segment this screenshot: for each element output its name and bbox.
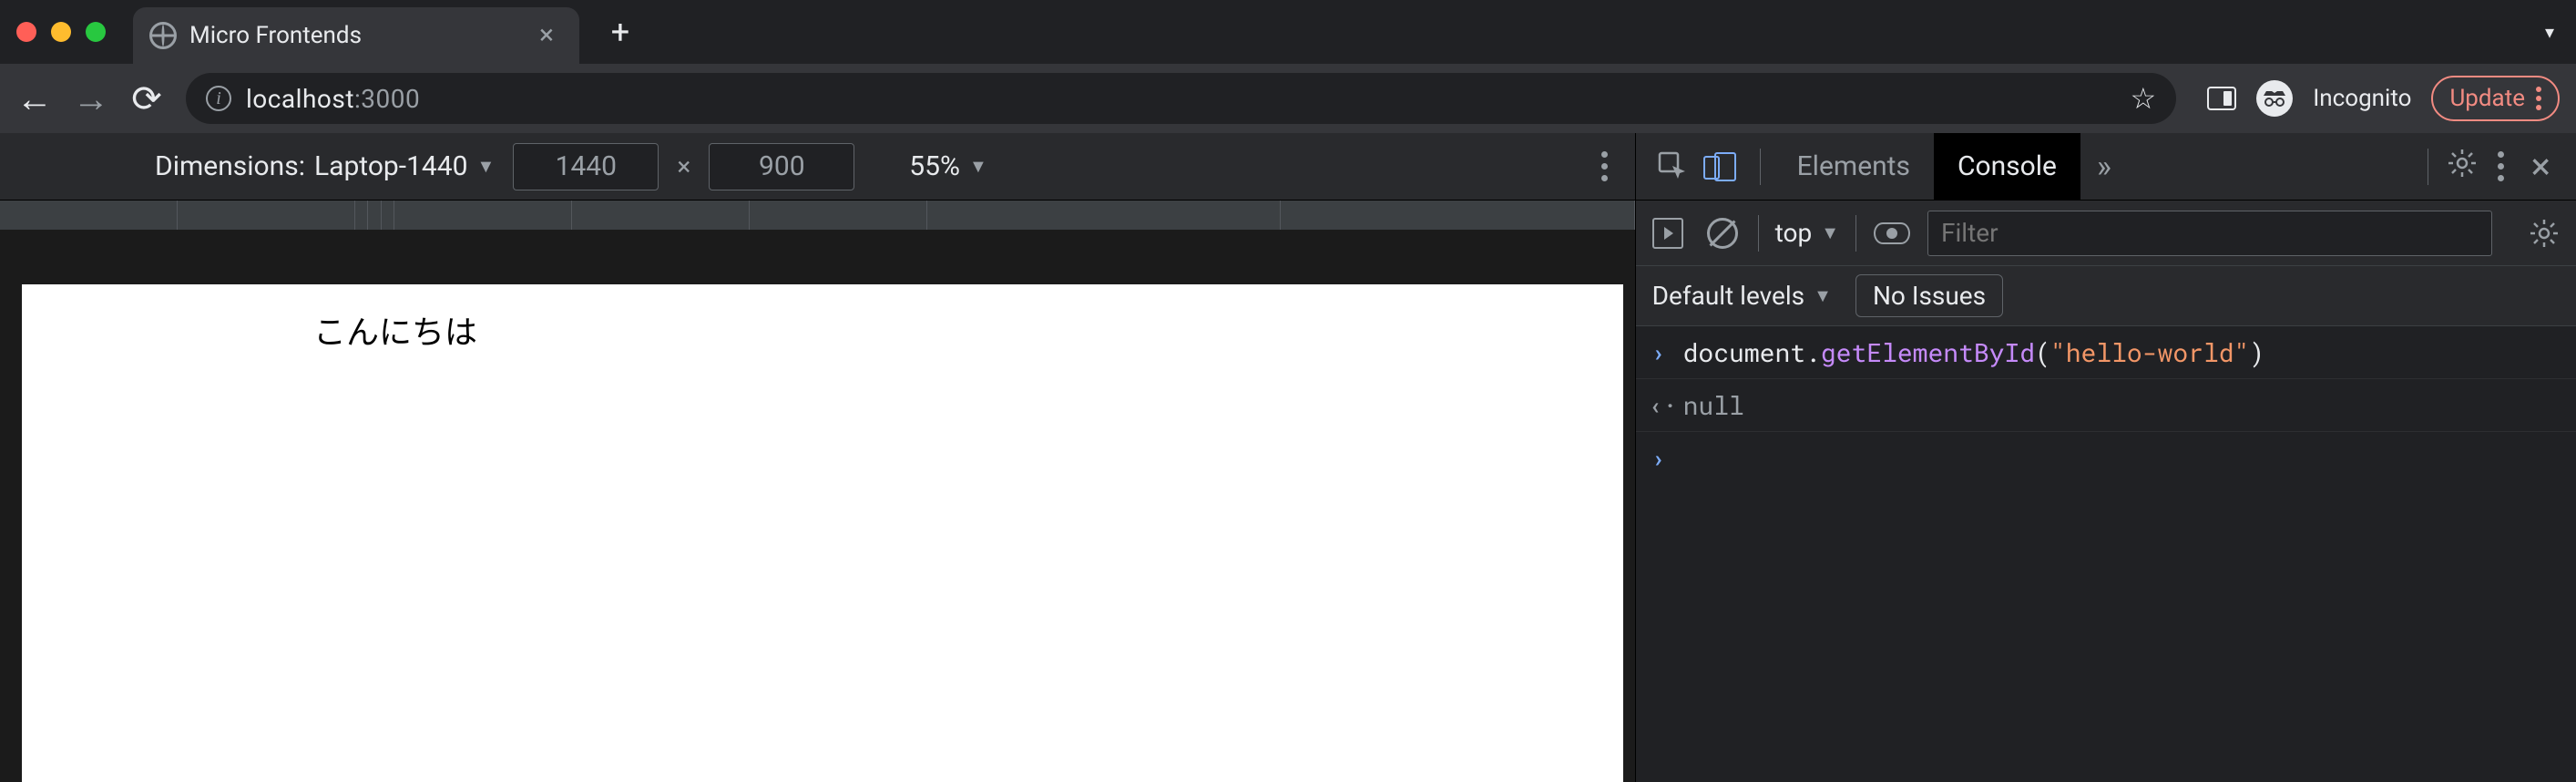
nav-forward-button[interactable]: → bbox=[73, 77, 107, 120]
tab-close-button[interactable]: × bbox=[534, 22, 559, 49]
incognito-label: Incognito bbox=[2313, 85, 2411, 112]
update-label: Update bbox=[2449, 85, 2525, 112]
chevron-down-icon: ▼ bbox=[477, 155, 496, 178]
globe-icon bbox=[149, 22, 177, 49]
device-height-input[interactable] bbox=[709, 143, 854, 190]
bookmark-star-icon[interactable]: ☆ bbox=[2131, 81, 2157, 116]
execution-context-dropdown[interactable]: top ▼ bbox=[1775, 218, 1839, 248]
console-sidebar-toggle-icon[interactable] bbox=[1649, 214, 1687, 252]
nav-reload-button[interactable]: ⟳ bbox=[129, 77, 164, 120]
return-chevron-icon: ‹· bbox=[1649, 388, 1669, 421]
chevron-down-icon[interactable]: ▾ bbox=[2545, 21, 2554, 43]
console-toolbar: top ▼ bbox=[1636, 201, 2576, 266]
issues-button[interactable]: No Issues bbox=[1855, 274, 2003, 317]
address-bar[interactable]: i localhost:3000 ☆ bbox=[186, 73, 2176, 124]
browser-menu-icon[interactable] bbox=[2536, 87, 2541, 110]
browser-titlebar: Micro Frontends × + ▾ bbox=[0, 0, 2576, 64]
tab-elements[interactable]: Elements bbox=[1774, 133, 1934, 200]
device-viewport: こんにちは bbox=[0, 230, 1635, 782]
device-width-input[interactable] bbox=[513, 143, 659, 190]
log-levels-dropdown[interactable]: Default levels ▼ bbox=[1652, 281, 1832, 311]
nav-back-button[interactable]: ← bbox=[16, 77, 51, 120]
device-mode-panel: Dimensions: Laptop-1440 ▼ × 55% ▼ こんにちは bbox=[0, 133, 1635, 782]
console-input-line: › document.getElementById("hello-world") bbox=[1636, 326, 2576, 379]
live-expression-icon[interactable] bbox=[1873, 214, 1911, 252]
page-hello-text: こんにちは bbox=[313, 306, 1623, 354]
window-controls bbox=[16, 22, 106, 42]
devtools-panel: Elements Console » × top ▼ bbox=[1635, 133, 2576, 782]
url-text: localhost:3000 bbox=[246, 84, 420, 114]
devtools-close-icon[interactable]: × bbox=[2519, 145, 2563, 188]
new-tab-button[interactable]: + bbox=[605, 13, 636, 51]
side-panel-icon[interactable] bbox=[2207, 87, 2236, 110]
dimensions-dropdown[interactable]: Dimensions: Laptop-1440 ▼ bbox=[155, 150, 495, 182]
console-output-value: null bbox=[1683, 388, 1744, 422]
update-button[interactable]: Update bbox=[2431, 76, 2560, 121]
zoom-dropdown[interactable]: 55% ▼ bbox=[909, 150, 987, 182]
incognito-icon[interactable] bbox=[2256, 80, 2293, 117]
window-maximize-button[interactable] bbox=[86, 22, 106, 42]
console-input-code: document.getElementById("hello-world") bbox=[1683, 335, 2265, 369]
console-settings-icon[interactable] bbox=[2525, 214, 2563, 252]
devtools-settings-icon[interactable] bbox=[2441, 149, 2483, 184]
prompt-chevron-icon: › bbox=[1649, 441, 1669, 474]
clear-console-icon[interactable] bbox=[1703, 214, 1742, 252]
chevron-down-icon: ▼ bbox=[1814, 284, 1832, 307]
inspect-element-icon[interactable] bbox=[1649, 151, 1698, 182]
dimension-separator: × bbox=[677, 151, 690, 181]
browser-tab[interactable]: Micro Frontends × bbox=[133, 7, 579, 64]
window-minimize-button[interactable] bbox=[51, 22, 71, 42]
more-tabs-icon[interactable]: » bbox=[2080, 149, 2128, 185]
devtools-tabbar: Elements Console » × bbox=[1636, 133, 2576, 201]
rendered-page[interactable]: こんにちは bbox=[22, 284, 1623, 782]
chevron-down-icon: ▼ bbox=[969, 155, 987, 178]
console-log: › document.getElementById("hello-world")… bbox=[1636, 326, 2576, 782]
device-options-menu[interactable] bbox=[1592, 142, 1617, 190]
toggle-device-toolbar-icon[interactable] bbox=[1698, 152, 1747, 181]
window-close-button[interactable] bbox=[16, 22, 36, 42]
devtools-menu-icon[interactable] bbox=[2483, 151, 2519, 181]
console-subbar: Default levels ▼ No Issues bbox=[1636, 266, 2576, 326]
browser-toolbar: ← → ⟳ i localhost:3000 ☆ Incognito Updat… bbox=[0, 64, 2576, 133]
site-info-icon[interactable]: i bbox=[206, 86, 231, 111]
console-filter-input[interactable] bbox=[1927, 211, 2492, 256]
chevron-down-icon: ▼ bbox=[1821, 221, 1839, 244]
tab-title: Micro Frontends bbox=[189, 22, 521, 49]
device-ruler[interactable] bbox=[0, 201, 1635, 230]
console-output-line: ‹· null bbox=[1636, 379, 2576, 432]
tab-console[interactable]: Console bbox=[1934, 133, 2080, 200]
device-toolbar: Dimensions: Laptop-1440 ▼ × 55% ▼ bbox=[0, 133, 1635, 201]
prompt-chevron-icon: › bbox=[1649, 335, 1669, 368]
console-prompt-line[interactable]: › bbox=[1636, 432, 2576, 483]
